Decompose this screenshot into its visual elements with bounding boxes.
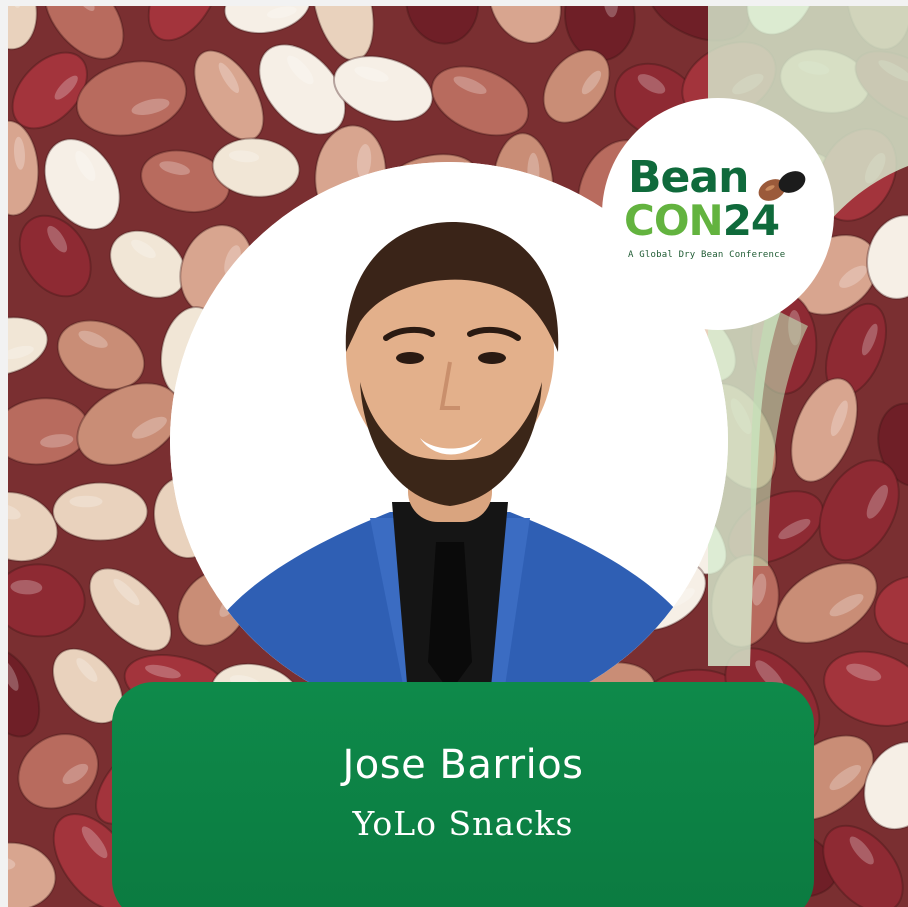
logo-word: Bean <box>628 152 749 203</box>
speaker-name: Jose Barrios <box>342 742 584 788</box>
speaker-organization: YoLo Snacks <box>352 804 574 843</box>
logo-tagline: A Global Dry Bean Conference <box>628 250 786 260</box>
speaker-card: Bean CON24 A Global Dry Bean Conference … <box>8 6 908 907</box>
event-logo: Bean CON24 A Global Dry Bean Conference <box>602 98 834 330</box>
logo-con: CON24 <box>624 196 780 245</box>
speaker-name-panel: Jose Barrios YoLo Snacks <box>112 682 814 907</box>
logo-con-text: CON <box>624 196 724 245</box>
logo-year: 24 <box>722 196 780 245</box>
